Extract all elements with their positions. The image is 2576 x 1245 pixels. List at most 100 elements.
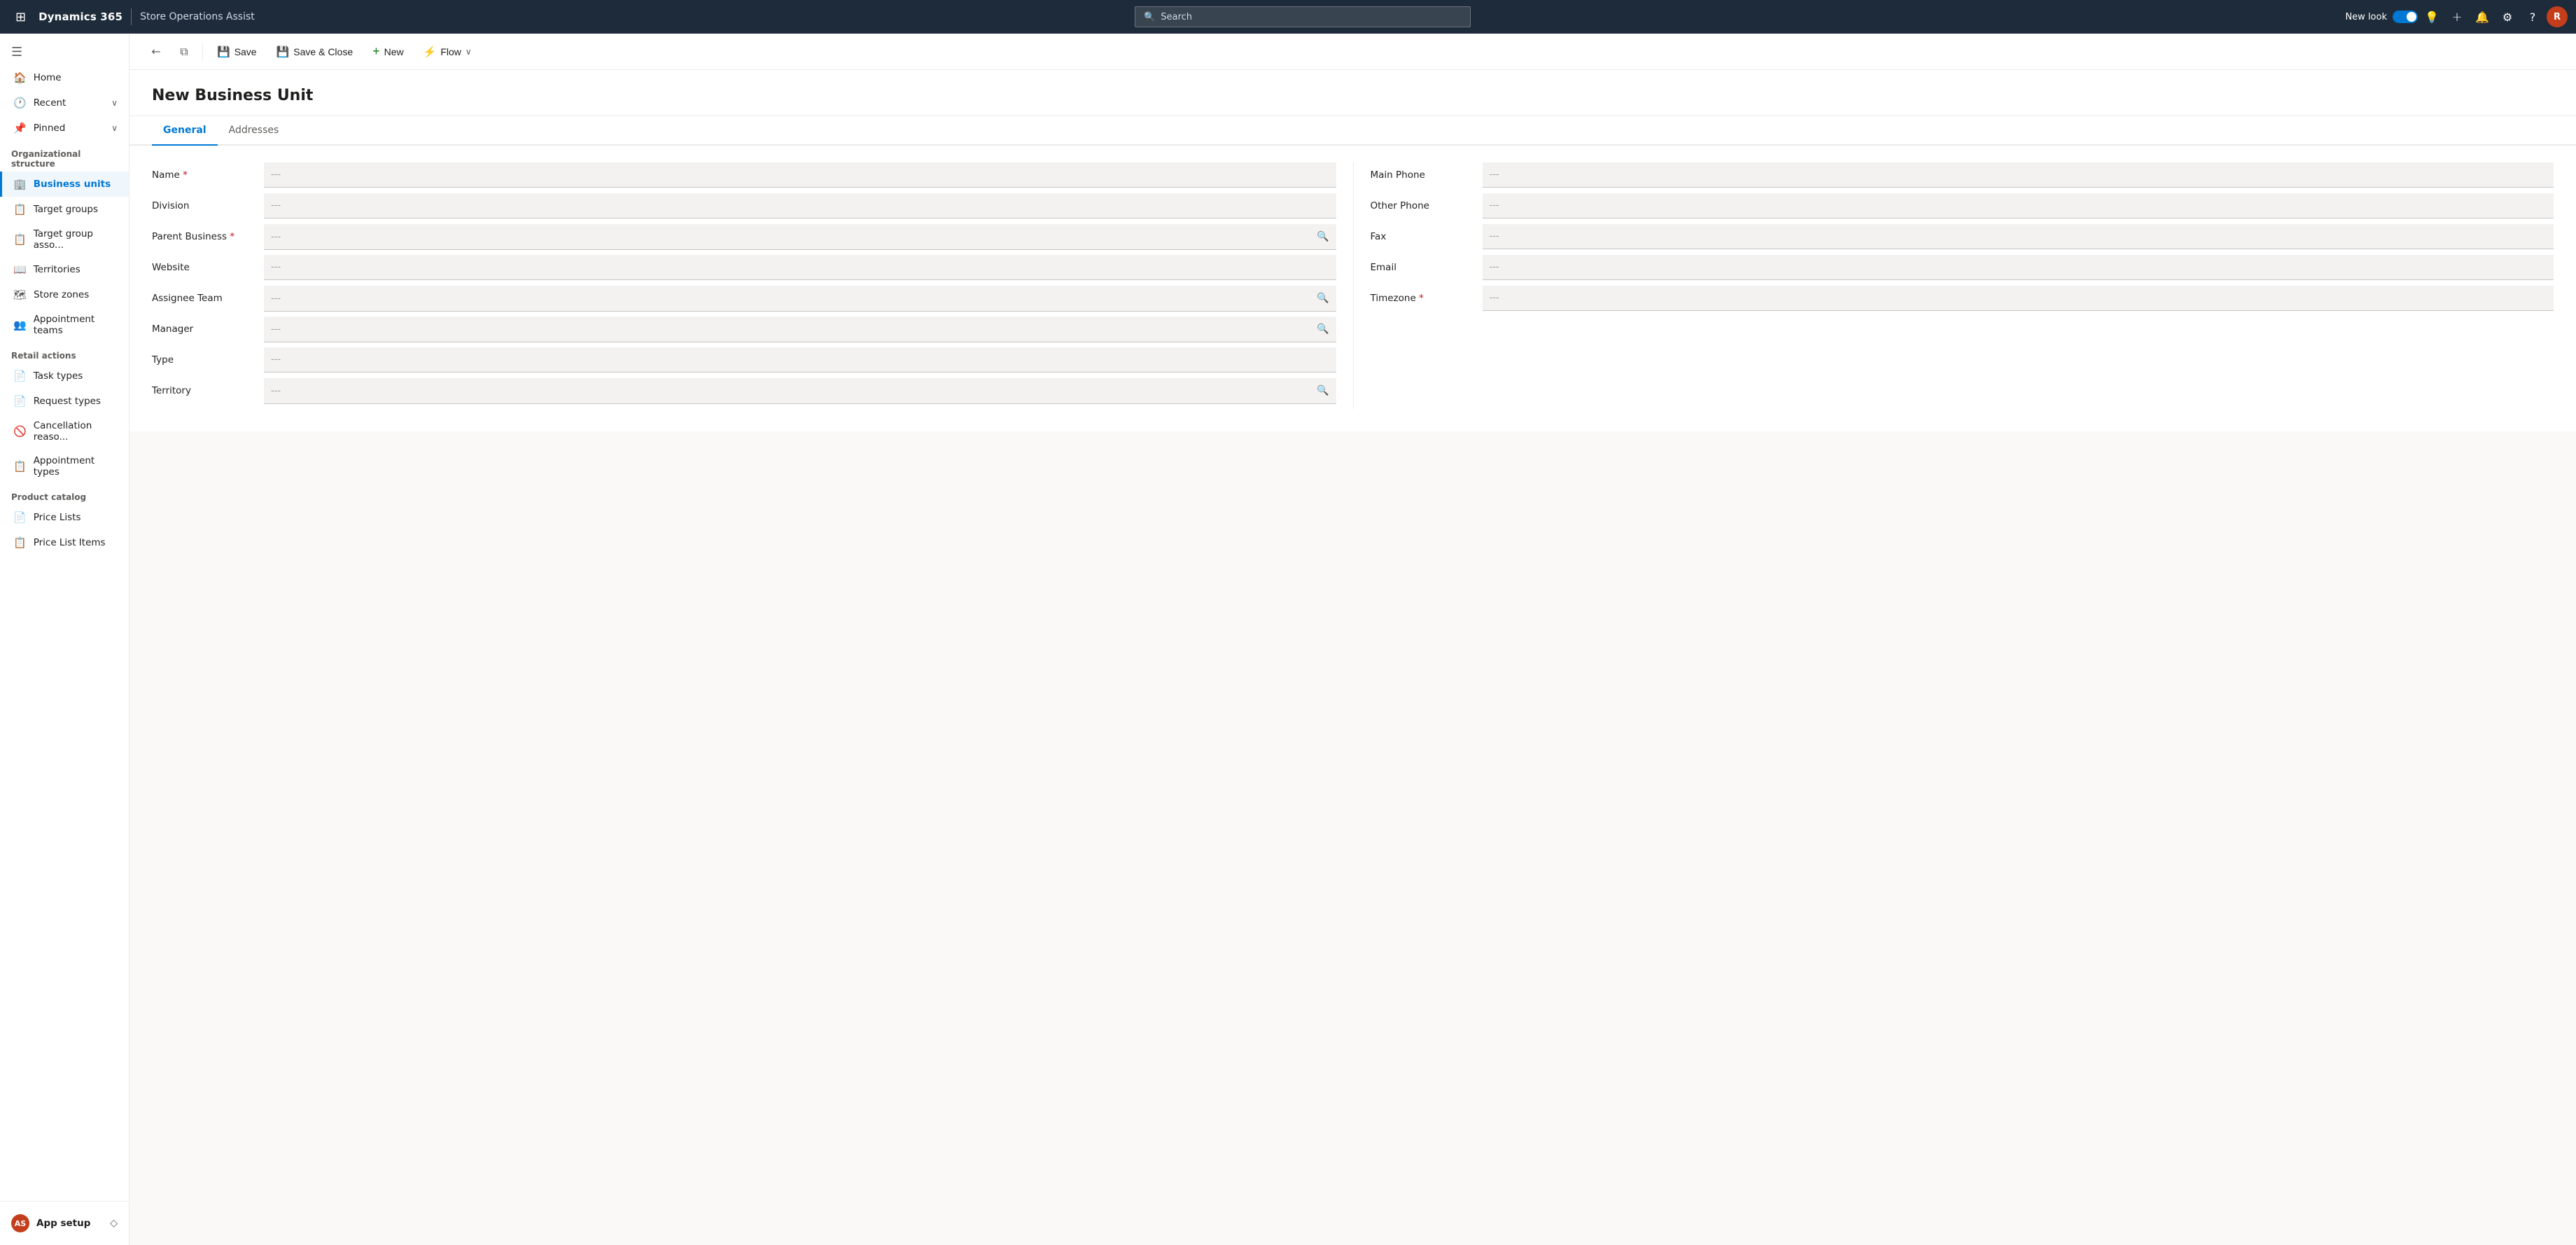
search-box[interactable]: 🔍 Search (1135, 6, 1471, 27)
home-icon: 🏠 (13, 71, 27, 84)
back-button[interactable]: ← (144, 39, 169, 64)
window-icon: ⧉ (180, 45, 188, 59)
flow-chevron-icon: ∨ (465, 47, 472, 57)
email-input-box[interactable]: --- (1483, 255, 2554, 280)
field-main-phone-input[interactable]: --- (1483, 162, 2554, 188)
tab-general[interactable]: General (152, 116, 218, 146)
parent-business-input-box[interactable]: --- 🔍 (264, 224, 1336, 250)
save-close-icon: 💾 (276, 46, 290, 58)
field-timezone-input[interactable]: --- (1483, 286, 2554, 311)
bell-icon-btn[interactable]: 🔔 (2471, 6, 2493, 28)
fax-input-box[interactable]: --- (1483, 224, 2554, 249)
manager-input-box[interactable]: --- 🔍 (264, 317, 1336, 342)
pinned-chevron-icon: ∨ (111, 123, 118, 133)
main-phone-input-box[interactable]: --- (1483, 162, 2554, 188)
sidebar-item-pinned-label: Pinned (34, 123, 105, 134)
other-phone-input-box[interactable]: --- (1483, 193, 2554, 218)
field-fax-input[interactable]: --- (1483, 224, 2554, 249)
sidebar-item-request-types[interactable]: 📄 Request types (0, 389, 129, 414)
manager-search-icon[interactable]: 🔍 (1310, 324, 1336, 335)
sidebar-item-recent[interactable]: 🕐 Recent ∨ (0, 90, 129, 116)
page-title: New Business Unit (152, 87, 2554, 104)
parent-business-search-icon[interactable]: 🔍 (1310, 231, 1336, 242)
field-website-input[interactable]: --- (264, 255, 1336, 280)
website-input-box[interactable]: --- (264, 255, 1336, 280)
assignee-team-input-box[interactable]: --- 🔍 (264, 286, 1336, 312)
save-label: Save (234, 46, 257, 57)
field-other-phone-input[interactable]: --- (1483, 193, 2554, 218)
field-parent-business-row: Parent Business --- 🔍 (152, 224, 1336, 252)
form-grid: Name --- Division --- (152, 162, 2554, 409)
sidebar-item-price-list-items[interactable]: 📋 Price List Items (0, 530, 129, 555)
app-setup-avatar: AS (11, 1214, 29, 1232)
sidebar-item-task-types[interactable]: 📄 Task types (0, 363, 129, 389)
field-division-input[interactable]: --- (264, 193, 1336, 218)
field-email-input[interactable]: --- (1483, 255, 2554, 280)
sidebar-item-home[interactable]: 🏠 Home (0, 65, 129, 90)
field-assignee-team-label: Assignee Team (152, 286, 264, 311)
field-manager-input[interactable]: --- 🔍 (264, 317, 1336, 342)
nav-brand-divider (131, 8, 132, 25)
field-assignee-team-input[interactable]: --- 🔍 (264, 286, 1336, 312)
window-button[interactable]: ⧉ (172, 39, 197, 64)
sidebar-item-territories[interactable]: 📖 Territories (0, 257, 129, 282)
timezone-input-box[interactable]: --- (1483, 286, 2554, 311)
user-avatar[interactable]: R (2547, 6, 2568, 27)
sidebar-item-appointment-teams-label: Appointment teams (34, 314, 118, 336)
field-fax-row: Fax --- (1371, 224, 2554, 252)
sidebar-menu-icon[interactable]: ☰ (0, 39, 129, 65)
main-content: ← ⧉ 💾 Save 💾 Save & Close + New ⚡ Flow ∨ (130, 34, 2576, 1245)
sidebar-item-appointment-types[interactable]: 📋 Appointment types (0, 449, 129, 484)
toolbar-divider-1 (202, 43, 203, 60)
field-main-phone-row: Main Phone --- (1371, 162, 2554, 190)
price-list-items-icon: 📋 (13, 536, 27, 549)
pin-icon: 📌 (13, 122, 27, 134)
name-input-box[interactable]: --- (264, 162, 1336, 188)
tab-addresses[interactable]: Addresses (218, 116, 290, 146)
gear-icon-btn[interactable]: ⚙ (2496, 6, 2519, 28)
sidebar-item-target-groups[interactable]: 📋 Target groups (0, 197, 129, 222)
field-name-input[interactable]: --- (264, 162, 1336, 188)
field-territory-input[interactable]: --- 🔍 (264, 378, 1336, 404)
field-manager-row: Manager --- 🔍 (152, 317, 1336, 345)
sidebar-item-cancellation-reaso-label: Cancellation reaso... (34, 420, 118, 443)
target-groups-icon: 📋 (13, 203, 27, 216)
territory-search-icon[interactable]: 🔍 (1310, 385, 1336, 396)
assignee-team-search-icon[interactable]: 🔍 (1310, 293, 1336, 304)
lightbulb-icon-btn[interactable]: 💡 (2421, 6, 2443, 28)
help-icon-btn[interactable]: ? (2521, 6, 2544, 28)
sidebar-item-cancellation-reaso[interactable]: 🚫 Cancellation reaso... (0, 414, 129, 449)
top-navigation: ⊞ Dynamics 365 Store Operations Assist 🔍… (0, 0, 2576, 34)
sidebar-item-pinned[interactable]: 📌 Pinned ∨ (0, 116, 129, 141)
sidebar-item-appointment-teams[interactable]: 👥 Appointment teams (0, 307, 129, 342)
search-container: 🔍 Search (260, 6, 2346, 27)
flow-label: Flow (440, 46, 461, 57)
field-name-label: Name (152, 162, 264, 188)
recent-icon: 🕐 (13, 97, 27, 109)
new-button[interactable]: + New (364, 39, 412, 64)
price-lists-icon: 📄 (13, 511, 27, 524)
territory-input-box[interactable]: --- 🔍 (264, 378, 1336, 404)
sidebar-item-business-units[interactable]: 🏢 Business units (0, 172, 129, 197)
apps-icon[interactable]: ⊞ (8, 10, 33, 25)
flow-icon: ⚡ (424, 46, 437, 58)
plus-icon-btn[interactable]: + (2446, 6, 2468, 28)
task-types-icon: 📄 (13, 370, 27, 382)
new-look-toggle[interactable] (2393, 11, 2418, 23)
type-input-box[interactable]: --- (264, 347, 1336, 373)
division-input-box[interactable]: --- (264, 193, 1336, 218)
field-assignee-team-row: Assignee Team --- 🔍 (152, 286, 1336, 314)
cancellation-reaso-icon: 🚫 (13, 425, 27, 438)
app-setup-item[interactable]: AS App setup ◇ (0, 1207, 129, 1239)
field-parent-business-input[interactable]: --- 🔍 (264, 224, 1336, 250)
form-col-right: Main Phone --- Other Phone --- (1353, 162, 2554, 409)
save-button[interactable]: 💾 Save (209, 39, 265, 64)
sidebar-item-store-zones[interactable]: 🗺 Store zones (0, 282, 129, 307)
app-body: ☰ 🏠 Home 🕐 Recent ∨ 📌 Pinned ∨ Organizat… (0, 34, 2576, 1245)
recent-chevron-icon: ∨ (111, 98, 118, 108)
field-type-input[interactable]: --- (264, 347, 1336, 373)
save-close-button[interactable]: 💾 Save & Close (268, 39, 362, 64)
flow-button[interactable]: ⚡ Flow ∨ (415, 39, 480, 64)
sidebar-item-price-lists[interactable]: 📄 Price Lists (0, 505, 129, 530)
sidebar-item-target-group-asso[interactable]: 📋 Target group asso... (0, 222, 129, 257)
